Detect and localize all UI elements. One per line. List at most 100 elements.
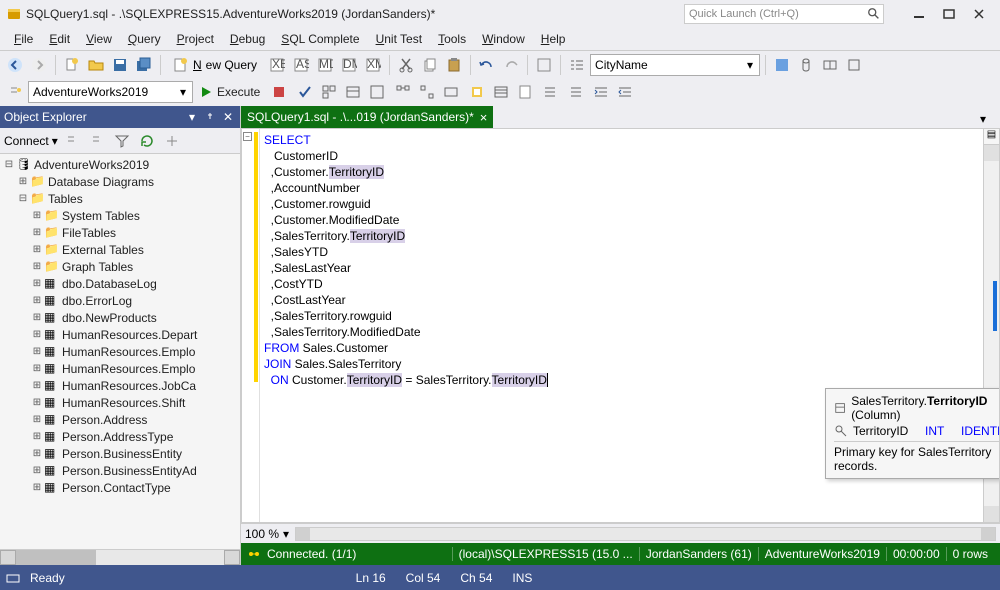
- tb2-h[interactable]: [514, 81, 536, 103]
- tree-node[interactable]: ⊞▦Person.BusinessEntityAd: [2, 462, 238, 479]
- paste-button[interactable]: [443, 54, 465, 76]
- tb-btn-1[interactable]: XE: [266, 54, 288, 76]
- expand-icon[interactable]: ⊞: [30, 311, 44, 325]
- menu-view[interactable]: View: [78, 30, 120, 48]
- collapse-icon[interactable]: ⊟: [2, 158, 16, 172]
- tree-node[interactable]: ⊞▦HumanResources.Emplo: [2, 343, 238, 360]
- cut-button[interactable]: [395, 54, 417, 76]
- undo-button[interactable]: [476, 54, 498, 76]
- indent-button[interactable]: [590, 81, 612, 103]
- objexp-tb-2[interactable]: [86, 130, 108, 152]
- tb2-c[interactable]: [392, 81, 414, 103]
- tb-btn-3[interactable]: MDX: [314, 54, 336, 76]
- expand-icon[interactable]: ⊞: [30, 345, 44, 359]
- tree-node[interactable]: ⊞▦Person.ContactType: [2, 479, 238, 496]
- change-conn-button[interactable]: [4, 81, 26, 103]
- menu-file[interactable]: File: [6, 30, 41, 48]
- tab-close-icon[interactable]: ×: [480, 110, 488, 125]
- expand-icon[interactable]: ⊞: [30, 362, 44, 376]
- tree-node[interactable]: ⊞📁System Tables: [2, 207, 238, 224]
- tree-node[interactable]: ⊞▦dbo.NewProducts: [2, 309, 238, 326]
- close-panel-icon[interactable]: ✕: [220, 109, 236, 125]
- tree-node[interactable]: ⊞▦Person.AddressType: [2, 428, 238, 445]
- objexp-dropdown-icon[interactable]: ▾: [184, 109, 200, 125]
- objexp-tb-3[interactable]: [161, 130, 183, 152]
- tb-btn-d[interactable]: [795, 54, 817, 76]
- zoom-dropdown[interactable]: ▾: [283, 527, 289, 541]
- expand-icon[interactable]: ⊞: [16, 175, 30, 189]
- split-button[interactable]: ▤: [984, 129, 999, 145]
- expand-icon[interactable]: ⊞: [30, 430, 44, 444]
- tree-node[interactable]: ⊞▦HumanResources.Emplo: [2, 360, 238, 377]
- menu-unittest[interactable]: Unit Test: [368, 30, 430, 48]
- editor-vscroll[interactable]: ▤: [983, 129, 999, 522]
- connect-dropdown[interactable]: ▾: [52, 134, 58, 148]
- menu-project[interactable]: Project: [169, 30, 222, 48]
- fold-icon[interactable]: −: [243, 132, 252, 141]
- zoom-value[interactable]: 100 %: [245, 527, 279, 541]
- tb-btn-4[interactable]: DMX: [338, 54, 360, 76]
- menu-window[interactable]: Window: [474, 30, 533, 48]
- tb-btn-f[interactable]: [843, 54, 865, 76]
- tree-node[interactable]: ⊞📁External Tables: [2, 241, 238, 258]
- tb2-g[interactable]: [490, 81, 512, 103]
- expand-icon[interactable]: ⊞: [30, 396, 44, 410]
- menu-debug[interactable]: Debug: [222, 30, 273, 48]
- save-button[interactable]: [109, 54, 131, 76]
- collapse-icon[interactable]: ⊟: [16, 192, 30, 206]
- maximize-button[interactable]: [934, 4, 964, 24]
- plan-button[interactable]: [318, 81, 340, 103]
- saveall-button[interactable]: [133, 54, 155, 76]
- expand-icon[interactable]: ⊞: [30, 243, 44, 257]
- tb2-b[interactable]: [366, 81, 388, 103]
- expand-icon[interactable]: ⊞: [30, 328, 44, 342]
- tree-node[interactable]: ⊞▦HumanResources.JobCa: [2, 377, 238, 394]
- tree-node[interactable]: ⊞📁FileTables: [2, 224, 238, 241]
- quick-launch-input[interactable]: Quick Launch (Ctrl+Q): [684, 4, 884, 24]
- menu-tools[interactable]: Tools: [430, 30, 474, 48]
- tabs-dropdown-icon[interactable]: ▾: [980, 112, 996, 128]
- scroll-right-button[interactable]: [224, 550, 240, 565]
- open-button[interactable]: [85, 54, 107, 76]
- redo-button[interactable]: [500, 54, 522, 76]
- scroll-thumb[interactable]: [16, 550, 96, 565]
- tree-node[interactable]: ⊞📁Database Diagrams: [2, 173, 238, 190]
- tb2-e[interactable]: [440, 81, 462, 103]
- comment-button[interactable]: [540, 81, 562, 103]
- copy-button[interactable]: [419, 54, 441, 76]
- nav-fwd-button[interactable]: [28, 54, 50, 76]
- tree-node[interactable]: ⊞▦HumanResources.Shift: [2, 394, 238, 411]
- expand-icon[interactable]: ⊞: [30, 294, 44, 308]
- new-item-button[interactable]: [61, 54, 83, 76]
- stop-button[interactable]: [268, 81, 290, 103]
- expand-icon[interactable]: ⊞: [30, 260, 44, 274]
- menu-edit[interactable]: Edit: [41, 30, 78, 48]
- nav-back-button[interactable]: [4, 54, 26, 76]
- minimize-button[interactable]: [904, 4, 934, 24]
- close-button[interactable]: [964, 4, 994, 24]
- pin-icon[interactable]: [202, 109, 218, 125]
- expand-icon[interactable]: ⊞: [30, 379, 44, 393]
- expand-icon[interactable]: ⊞: [30, 226, 44, 240]
- scroll-up-button[interactable]: [984, 145, 999, 161]
- new-query-button[interactable]: NNew Queryew Query: [166, 54, 264, 76]
- scroll-left-button[interactable]: [0, 550, 16, 565]
- tb-btn-5[interactable]: XMLA: [362, 54, 384, 76]
- tree-node[interactable]: ⊞📁Graph Tables: [2, 258, 238, 275]
- expand-icon[interactable]: ⊞: [30, 209, 44, 223]
- connect-button[interactable]: Connect: [4, 134, 49, 148]
- tree-node[interactable]: ⊞▦dbo.DatabaseLog: [2, 275, 238, 292]
- uncomment-button[interactable]: [564, 81, 586, 103]
- refresh-icon[interactable]: [136, 130, 158, 152]
- execute-button[interactable]: Execute: [197, 81, 266, 103]
- menu-query[interactable]: Query: [120, 30, 169, 48]
- tab-active[interactable]: SQLQuery1.sql - .\...019 (JordanSanders)…: [241, 106, 493, 128]
- editor-hscroll[interactable]: [295, 527, 996, 541]
- tree-node[interactable]: ⊞▦HumanResources.Depart: [2, 326, 238, 343]
- tb2-f[interactable]: [466, 81, 488, 103]
- tree-node[interactable]: ⊞▦dbo.ErrorLog: [2, 292, 238, 309]
- objexp-tree[interactable]: ⊟🛢AdventureWorks2019⊞📁Database Diagrams⊟…: [0, 154, 240, 549]
- expand-icon[interactable]: ⊞: [30, 277, 44, 291]
- combo-cityname[interactable]: CityName ▾: [590, 54, 760, 76]
- tb-btn-e[interactable]: [819, 54, 841, 76]
